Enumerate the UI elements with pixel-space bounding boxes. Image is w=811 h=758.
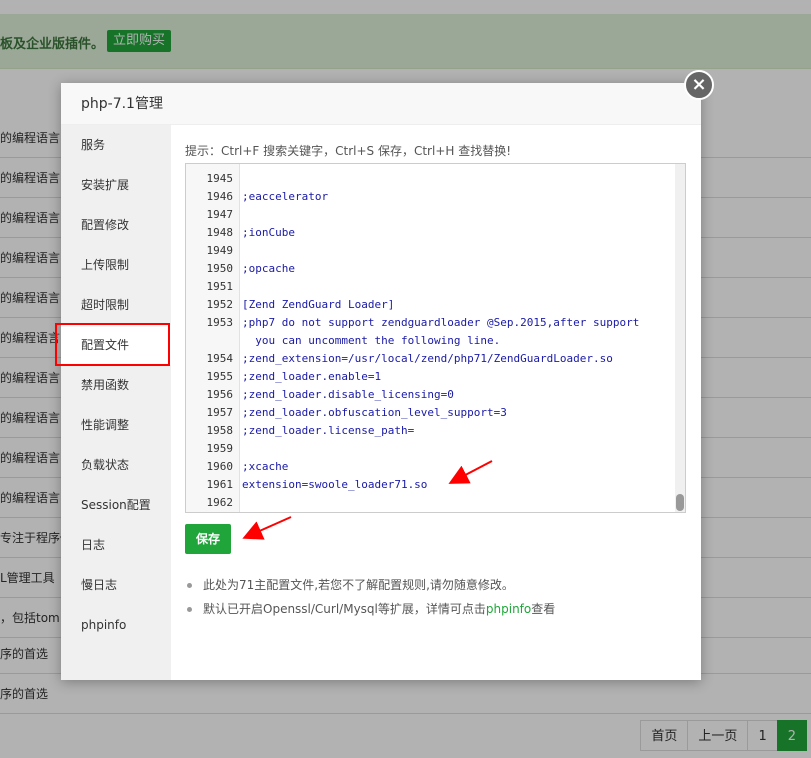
code-line: you can uncomment the following line.	[186, 332, 666, 350]
line-text: ;zend_loader.disable_licensing=0	[242, 388, 454, 401]
code-line: 1950 ;opcache	[186, 260, 666, 278]
line-number: 1953	[206, 316, 234, 329]
note-text: 查看	[531, 602, 556, 616]
line-text: ;php7 do not support zendguardloader @Se…	[242, 316, 640, 329]
sidebar-item-config-modify[interactable]: 配置修改	[61, 205, 171, 245]
sidebar-item-install-extension[interactable]: 安装扩展	[61, 165, 171, 205]
line-number: 1952	[206, 298, 234, 311]
editor-scrollbar[interactable]	[675, 164, 685, 512]
help-notes: 此处为71主配置文件,若您不了解配置规则,请勿随意修改。 默认已开启Openss…	[185, 573, 555, 621]
code-line: 1960 ;xcache	[186, 458, 666, 476]
line-text: ;ionCube	[242, 226, 295, 239]
line-text: ;opcache	[242, 262, 295, 275]
close-icon[interactable]: ×	[684, 70, 714, 100]
line-number: 1960	[206, 460, 234, 473]
line-text: ;eaccelerator	[242, 190, 329, 203]
sidebar-item-service[interactable]: 服务	[61, 125, 171, 165]
line-number: 1949	[206, 244, 234, 257]
sidebar-item-phpinfo[interactable]: phpinfo	[61, 605, 171, 645]
code-line: 1955 ;zend_loader.enable=1	[186, 368, 666, 386]
phpinfo-link[interactable]: phpinfo	[486, 602, 531, 616]
sidebar-item-disabled-functions[interactable]: 禁用函数	[61, 365, 171, 405]
sidebar-item-slow-log[interactable]: 慢日志	[61, 565, 171, 605]
code-line: 1952 [Zend ZendGuard Loader]	[186, 296, 666, 314]
code-line: 1948 ;ionCube	[186, 224, 666, 242]
line-number: 1946	[206, 190, 234, 203]
line-number: 1950	[206, 262, 234, 275]
sidebar-item-log[interactable]: 日志	[61, 525, 171, 565]
code-line: 1956 ;zend_loader.disable_licensing=0	[186, 386, 666, 404]
line-number: 1956	[206, 388, 234, 401]
editor-hint: 提示：Ctrl+F 搜索关键字，Ctrl+S 保存，Ctrl+H 查找替换!	[185, 144, 512, 158]
php-manage-dialog: php-7.1管理 服务 安装扩展 配置修改 上传限制 超时限制 配置文件 禁用…	[61, 83, 701, 680]
code-line: 1953 ;php7 do not support zendguardloader…	[186, 314, 666, 332]
line-number: 1945	[206, 172, 234, 185]
line-number: 1951	[206, 280, 234, 293]
code-line: 1962	[186, 494, 666, 512]
line-number: 1957	[206, 406, 234, 419]
line-text: ;zend_extension=/usr/local/zend/php71/Ze…	[242, 352, 613, 365]
config-editor[interactable]: 1945 1946 ;eaccelerator 1947 1948 ;ionCube 194…	[185, 163, 686, 513]
save-button[interactable]: 保存	[185, 524, 231, 554]
code-line: 1947	[186, 206, 666, 224]
code-line: 1961 extension=swoole_loader71.so	[186, 476, 666, 494]
line-number: 1958	[206, 424, 234, 437]
sidebar-item-load-status[interactable]: 负载状态	[61, 445, 171, 485]
line-number: 1962	[206, 496, 234, 509]
line-text: you can uncomment the following line.	[242, 334, 501, 347]
line-text: extension=swoole_loader71.so	[242, 478, 428, 491]
line-text: ;zend_loader.obfuscation_level_support=3	[242, 406, 507, 419]
dialog-title: php-7.1管理	[61, 83, 701, 125]
dialog-main: 提示：Ctrl+F 搜索关键字，Ctrl+S 保存，Ctrl+H 查找替换! 1…	[171, 125, 701, 680]
code-line: 1954 ;zend_extension=/usr/local/zend/php7…	[186, 350, 666, 368]
code-line: 1951	[186, 278, 666, 296]
dialog-sidebar: 服务 安装扩展 配置修改 上传限制 超时限制 配置文件 禁用函数 性能调整 负载…	[61, 125, 171, 680]
code-line: 1949	[186, 242, 666, 260]
line-number: 1947	[206, 208, 234, 221]
code-line: 1959	[186, 440, 666, 458]
sidebar-item-performance[interactable]: 性能调整	[61, 405, 171, 445]
line-number: 1959	[206, 442, 234, 455]
sidebar-item-upload-limit[interactable]: 上传限制	[61, 245, 171, 285]
line-number: 1954	[206, 352, 234, 365]
sidebar-item-timeout-limit[interactable]: 超时限制	[61, 285, 171, 325]
line-text: ;zend_loader.license_path=	[242, 424, 415, 437]
line-text: ;xcache	[242, 460, 289, 473]
code-line: 1946 ;eaccelerator	[186, 188, 666, 206]
code-line: 1945	[186, 170, 666, 188]
scrollbar-thumb[interactable]	[676, 494, 684, 511]
note-config-warning: 此处为71主配置文件,若您不了解配置规则,请勿随意修改。	[185, 573, 555, 597]
note-text: 默认已开启Openssl/Curl/Mysql等扩展，详情可点击	[203, 602, 486, 616]
code-line: 1957 ;zend_loader.obfuscation_level_suppo…	[186, 404, 666, 422]
code-line: 1958 ;zend_loader.license_path=	[186, 422, 666, 440]
note-extensions: 默认已开启Openssl/Curl/Mysql等扩展，详情可点击phpinfo查…	[185, 597, 555, 621]
line-number: 1955	[206, 370, 234, 383]
line-text: [Zend ZendGuard Loader]	[242, 298, 395, 311]
line-number: 1948	[206, 226, 234, 239]
note-text: 此处为71主配置文件,若您不了解配置规则,请勿随意修改。	[203, 578, 514, 592]
config-file-highlight	[55, 323, 170, 366]
line-number: 1961	[206, 478, 234, 491]
sidebar-item-session-config[interactable]: Session配置	[61, 485, 171, 525]
line-text: ;zend_loader.enable=1	[242, 370, 382, 383]
